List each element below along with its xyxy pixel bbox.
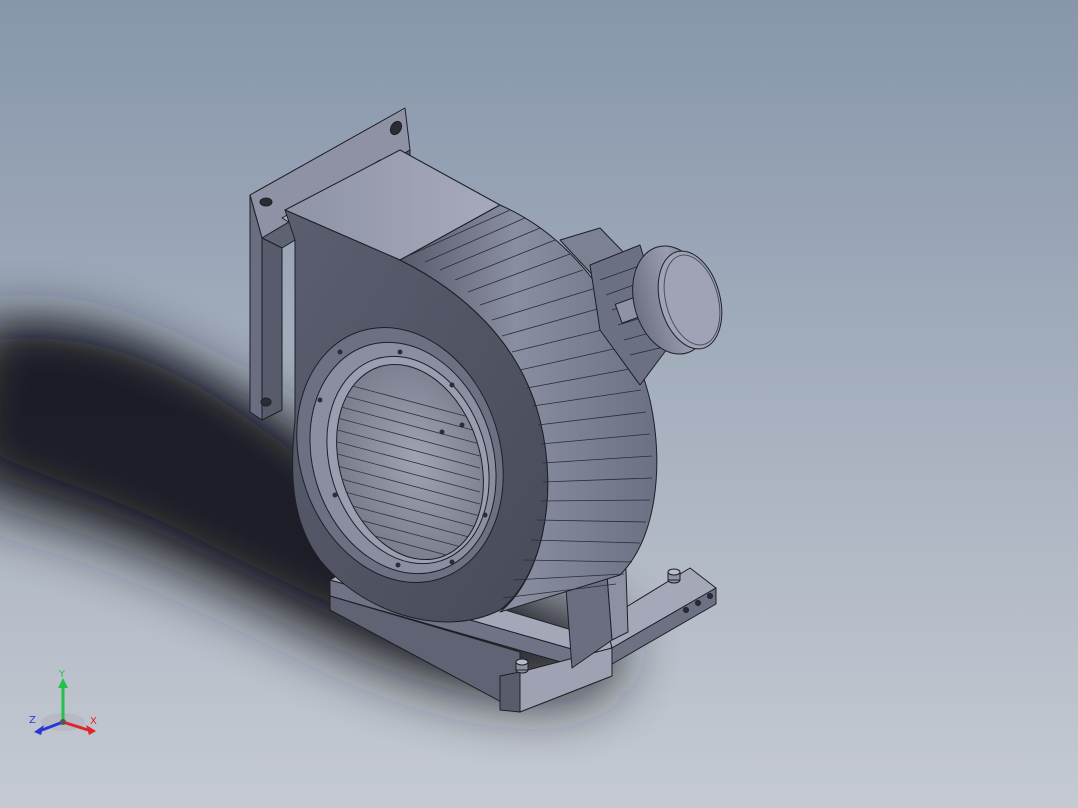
axis-triad[interactable]: Y X Z (26, 664, 106, 744)
cad-viewport[interactable]: Y X Z (0, 0, 1078, 808)
axis-y-label: Y (59, 669, 66, 680)
axis-x-label: X (90, 716, 97, 727)
model-scene[interactable] (0, 0, 1078, 808)
axis-triad-graphic (34, 678, 96, 735)
axis-z-label: Z (29, 715, 36, 726)
